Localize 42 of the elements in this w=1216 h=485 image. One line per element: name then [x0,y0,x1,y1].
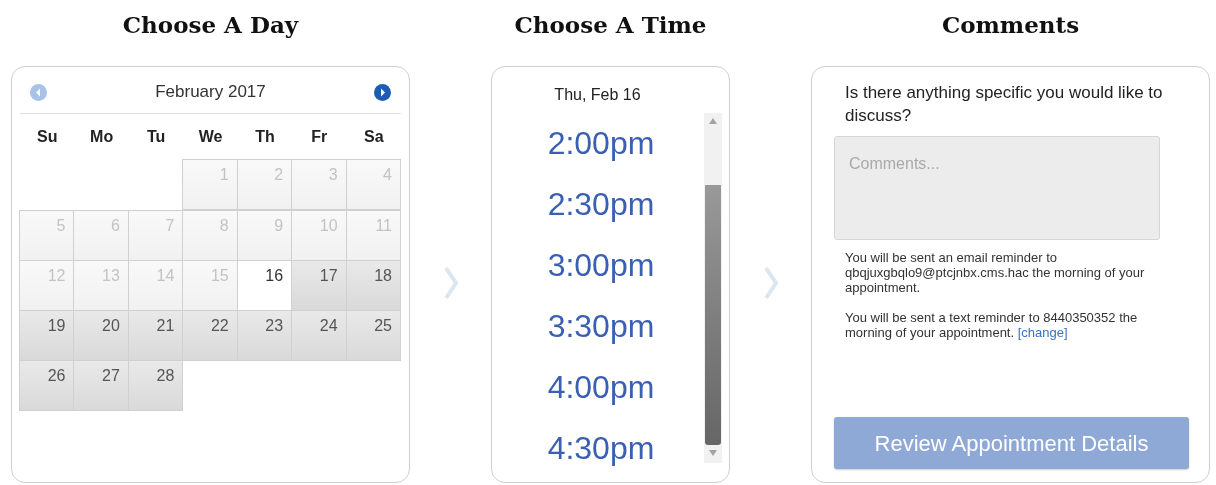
chevron-right-icon [762,266,779,300]
scroll-down-icon[interactable] [709,450,717,456]
scroll-up-icon[interactable] [709,118,717,124]
reminder-text: You will be sent an email reminder to qbqjuxgbqlo9@ptcjnbx.cms.hac the morning of your appointment. [845,250,1146,295]
weekday-label: Sa [364,127,384,147]
month-title: February 2017 [155,81,266,104]
day-cell[interactable]: 27 [73,360,129,411]
day-cell[interactable]: 23 [236,310,293,361]
weekday-label: Mo [90,127,114,147]
time-slot-link[interactable]: 2:00pm [547,113,655,174]
day-cell[interactable]: 20 [73,310,129,361]
day-cell[interactable]: 22 [182,310,238,361]
reminder-text: You will be sent a text reminder to 8440350352 the morning of your appointment. [change] [845,310,1139,340]
day-cell[interactable]: 19 [19,310,75,361]
question-text: Is there anything specific you would like to discuss? [844,82,1164,127]
section-heading: Comments [941,10,1080,40]
day-cell[interactable]: 21 [127,310,184,361]
section-heading: Choose A Day [122,10,299,40]
weekday-label: Fr [311,127,328,147]
weekday-label: Tu [146,127,166,147]
scrollbar[interactable] [704,113,722,463]
time-slot-link[interactable]: 3:30pm [547,296,655,357]
chevron-right-icon [442,266,459,300]
scrollbar-thumb[interactable] [705,185,721,445]
day-cell[interactable]: 18 [345,260,401,311]
weekday-label: Su [37,127,58,147]
date-label: Thu, Feb 16 [554,85,641,105]
day-cell[interactable]: 24 [291,310,347,361]
time-slot-link[interactable]: 2:30pm [547,174,655,235]
weekday-label: We [198,127,223,147]
next-month-icon[interactable] [374,83,391,101]
time-slot-link[interactable]: 3:00pm [547,235,655,296]
day-cell[interactable]: 26 [19,360,75,411]
weekday-label: Th [255,127,275,147]
section-heading: Choose A Time [514,10,707,40]
time-slot-link[interactable]: 4:30pm [547,418,655,479]
comments-field[interactable]: Comments... [834,136,1160,240]
day-cell[interactable]: 17 [291,260,347,311]
time-slot-link[interactable]: 4:00pm [547,357,655,418]
day-cell[interactable]: 28 [127,360,184,411]
day-cell[interactable]: 25 [345,310,401,361]
change-link[interactable]: [change] [1017,325,1068,340]
